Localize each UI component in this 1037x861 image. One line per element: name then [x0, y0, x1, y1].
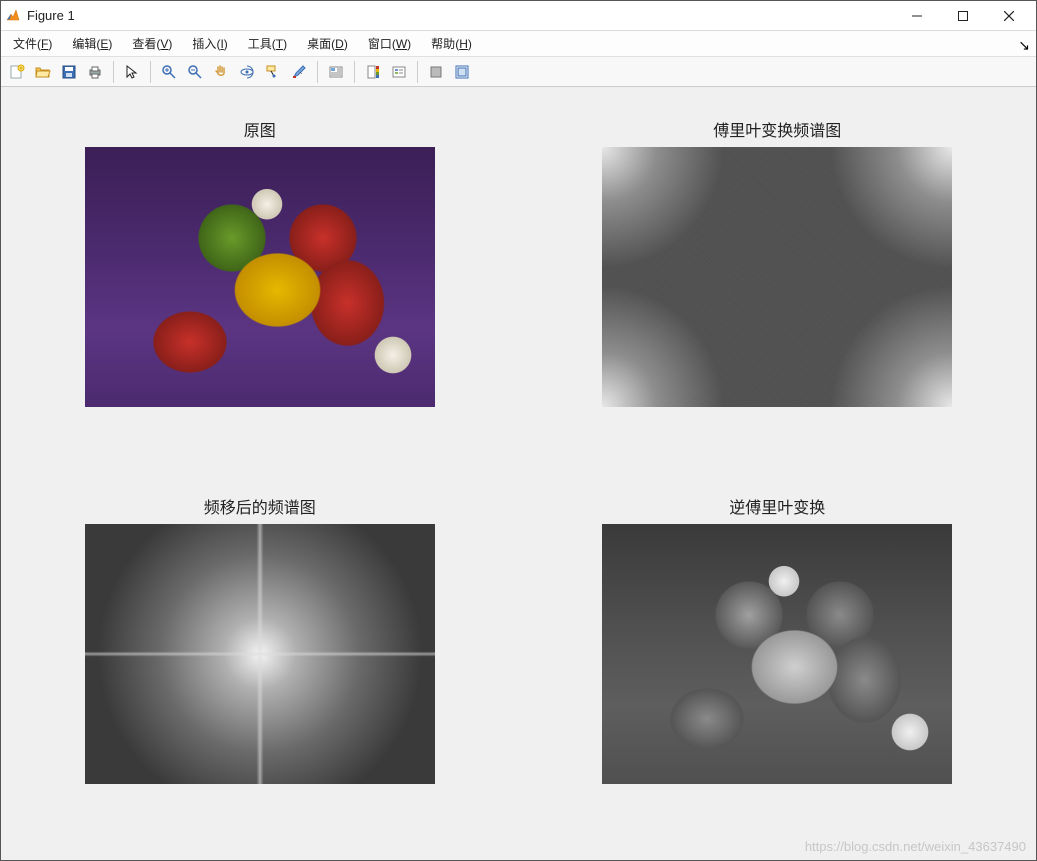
watermark-text: https://blog.csdn.net/weixin_43637490: [805, 839, 1026, 854]
subplot-2-image[interactable]: [602, 147, 952, 407]
subplot-3: 频移后的频谱图: [51, 494, 469, 811]
toolbar: [1, 57, 1036, 87]
menubar: 文件(F) 编辑(E) 查看(V) 插入(I) 工具(T) 桌面(D) 窗口(W…: [1, 31, 1036, 57]
close-button[interactable]: [986, 1, 1032, 31]
brush-button[interactable]: [287, 60, 311, 84]
subplot-1: 原图: [51, 117, 469, 434]
link-button[interactable]: [324, 60, 348, 84]
zoom-out-button[interactable]: [183, 60, 207, 84]
pointer-button[interactable]: [120, 60, 144, 84]
hide-plot-tools-button[interactable]: [424, 60, 448, 84]
subplot-2-title: 傅里叶变换频谱图: [713, 117, 841, 141]
subplot-4-image[interactable]: [602, 524, 952, 784]
subplot-1-title: 原图: [244, 117, 276, 141]
subplot-2: 傅里叶变换频谱图: [569, 117, 987, 434]
new-figure-button[interactable]: [5, 60, 29, 84]
show-plot-tools-button[interactable]: [450, 60, 474, 84]
minimize-button[interactable]: [894, 1, 940, 31]
menu-view[interactable]: 查看(V): [122, 31, 182, 56]
subplot-3-image[interactable]: [85, 524, 435, 784]
subplot-3-title: 频移后的频谱图: [204, 494, 316, 518]
print-button[interactable]: [83, 60, 107, 84]
menu-file[interactable]: 文件(F): [3, 31, 62, 56]
menu-edit[interactable]: 编辑(E): [62, 31, 122, 56]
subplot-4-title: 逆傅里叶变换: [729, 494, 825, 518]
figure-canvas: 原图 傅里叶变换频谱图 频移后的频谱图 逆傅里叶变换 https://blog.…: [1, 87, 1036, 860]
menu-tools[interactable]: 工具(T): [238, 31, 297, 56]
titlebar: Figure 1: [1, 1, 1036, 31]
window-title: Figure 1: [27, 8, 75, 23]
zoom-in-button[interactable]: [157, 60, 181, 84]
menu-help[interactable]: 帮助(H): [421, 31, 482, 56]
dock-arrow-icon[interactable]: ↘: [1018, 37, 1030, 54]
matlab-app-icon: [5, 8, 21, 24]
menu-insert[interactable]: 插入(I): [182, 31, 237, 56]
legend-button[interactable]: [387, 60, 411, 84]
menu-desktop[interactable]: 桌面(D): [297, 31, 358, 56]
save-button[interactable]: [57, 60, 81, 84]
subplot-4: 逆傅里叶变换: [569, 494, 987, 811]
maximize-button[interactable]: [940, 1, 986, 31]
menu-window[interactable]: 窗口(W): [358, 31, 421, 56]
rotate-3d-button[interactable]: [235, 60, 259, 84]
subplot-1-image[interactable]: [85, 147, 435, 407]
colorbar-button[interactable]: [361, 60, 385, 84]
data-cursor-button[interactable]: [261, 60, 285, 84]
pan-button[interactable]: [209, 60, 233, 84]
open-button[interactable]: [31, 60, 55, 84]
